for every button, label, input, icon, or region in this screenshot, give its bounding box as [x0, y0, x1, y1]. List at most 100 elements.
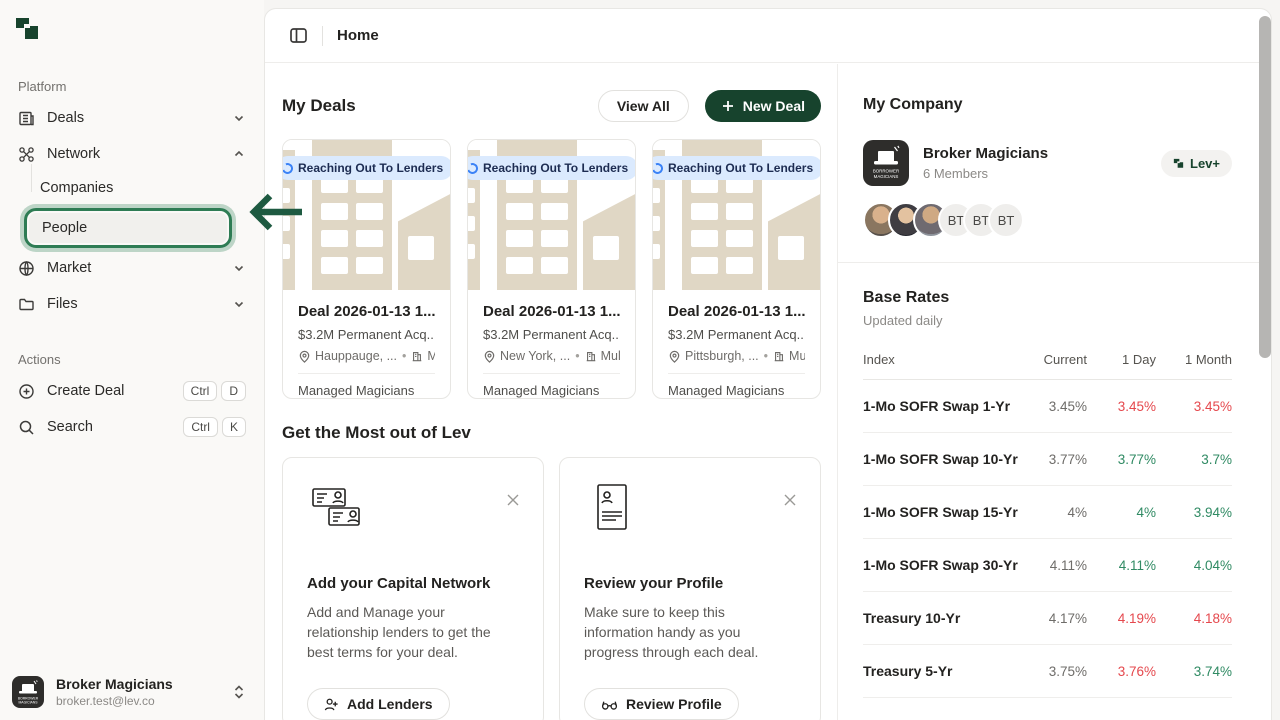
svg-text:MAGICIANS: MAGICIANS: [18, 701, 38, 705]
deal-card-list: Reaching Out To Lenders Deal 2026-01-13 …: [282, 139, 821, 399]
status-progress-icon: [653, 160, 665, 176]
chevron-up-down-icon: [234, 685, 244, 699]
deal-title: Deal 2026-01-13 1...: [298, 303, 435, 320]
capital-network-promo-card: Add your Capital Network Add and Manage …: [282, 457, 544, 720]
promo-description: Add and Manage your relationship lenders…: [307, 604, 491, 660]
deal-card[interactable]: Reaching Out To Lenders Deal 2026-01-13 …: [467, 139, 636, 399]
deal-subtitle: $3.2M Permanent Acq...: [668, 327, 805, 342]
lev-logo-icon: [16, 18, 38, 39]
building-icon: [586, 352, 595, 362]
table-row: 1-Mo SOFR Swap 10-Yr 3.77% 3.77% 3.7%: [863, 433, 1232, 486]
deal-location-row: Pittsburgh, ...• Multifamily: [668, 349, 805, 363]
search-icon: [18, 419, 35, 436]
main-panel: Home My Deals View All New Deal Reaching…: [264, 8, 1272, 720]
status-progress-icon: [468, 160, 480, 176]
base-rates-subtitle: Updated daily: [863, 313, 943, 328]
promo-description: Make sure to keep this information handy…: [584, 604, 759, 660]
workspace-name: Broker Magicians: [56, 676, 173, 692]
workspace-avatar: BORROWER MAGICIANS: [12, 676, 44, 708]
chevron-up-icon: [234, 150, 244, 157]
annotation-highlight-ring: People: [24, 208, 232, 248]
deal-image: Reaching Out To Lenders: [283, 140, 450, 290]
base-rates-title: Base Rates: [863, 289, 950, 306]
map-pin-icon: [669, 350, 680, 363]
building-icon: [413, 352, 422, 362]
network-submenu: Companies People: [12, 164, 252, 248]
sidebar-item-network[interactable]: Network: [12, 138, 252, 170]
close-icon[interactable]: [505, 492, 521, 508]
page-header: Home: [265, 9, 1271, 63]
chevron-down-icon: [234, 265, 244, 272]
globe-icon: [18, 260, 35, 277]
deal-card[interactable]: Reaching Out To Lenders Deal 2026-01-13 …: [652, 139, 821, 399]
search-action[interactable]: Search Ctrl K: [12, 411, 252, 443]
deal-managed-by: Managed Magicians: [298, 383, 415, 398]
company-members-count: 6 Members: [923, 166, 989, 181]
svg-text:BORROWER: BORROWER: [873, 169, 899, 174]
sidebar-item-companies[interactable]: Companies: [12, 172, 252, 204]
map-pin-icon: [484, 350, 495, 363]
section-divider: [838, 262, 1271, 263]
new-deal-button[interactable]: New Deal: [704, 90, 821, 122]
workspace-switcher[interactable]: BORROWER MAGICIANS Broker Magicians broke…: [12, 676, 252, 708]
actions-section-label: Actions: [18, 352, 61, 367]
promo-title: Add your Capital Network: [307, 575, 491, 592]
add-lenders-button[interactable]: Add Lenders: [307, 688, 450, 720]
company-name: Broker Magicians: [923, 145, 1049, 162]
lev-logo-icon: [1173, 158, 1184, 168]
search-shortcut: Ctrl K: [183, 417, 246, 437]
deal-status-badge: Reaching Out To Lenders: [283, 156, 450, 180]
sidebar-item-market[interactable]: Market: [12, 252, 252, 284]
user-plus-icon: [324, 698, 338, 710]
review-profile-button[interactable]: Review Profile: [584, 688, 739, 720]
vertical-scrollbar[interactable]: [1259, 16, 1271, 358]
my-company-title: My Company: [863, 96, 963, 113]
table-row: Treasury 5-Yr 3.75% 3.76% 3.74%: [863, 645, 1232, 698]
member-avatar-initials: BT: [988, 202, 1024, 238]
table-row: 1-Mo SOFR Swap 1-Yr 3.45% 3.45% 3.45%: [863, 380, 1232, 433]
create-deal-shortcut: Ctrl D: [182, 381, 246, 401]
base-rates-table: Index Current 1 Day 1 Month 1-Mo SOFR Sw…: [863, 352, 1232, 698]
circle-plus-icon: [18, 383, 35, 400]
table-row: Treasury 10-Yr 4.17% 4.19% 4.18%: [863, 592, 1232, 645]
my-deals-title: My Deals: [282, 96, 356, 115]
folder-icon: [18, 296, 35, 313]
network-icon: [18, 146, 35, 163]
deal-location-row: Hauppauge, ...• Multifamily: [298, 349, 435, 363]
deal-subtitle: $3.2M Permanent Acq...: [483, 327, 620, 342]
deal-status-badge: Reaching Out To Lenders: [468, 156, 635, 180]
deal-image: Reaching Out To Lenders: [653, 140, 820, 290]
sidebar-item-files[interactable]: Files: [12, 288, 252, 320]
create-deal-action[interactable]: Create Deal Ctrl D: [12, 375, 252, 407]
plus-icon: [722, 101, 733, 111]
deal-title: Deal 2026-01-13 1...: [483, 303, 620, 320]
deal-subtitle: $3.2M Permanent Acq...: [298, 327, 435, 342]
profile-document-icon: [597, 484, 627, 530]
header-divider: [322, 25, 323, 46]
capital-network-icon: [312, 488, 360, 526]
close-icon[interactable]: [782, 492, 798, 508]
workspace-email: broker.test@lev.co: [56, 694, 155, 708]
lev-plus-badge[interactable]: Lev+: [1161, 149, 1232, 177]
home-right-column: My Company BORROWER MAGICIANS Broker Magi…: [837, 64, 1271, 720]
table-header-row: Index Current 1 Day 1 Month: [863, 352, 1232, 380]
deals-icon: [18, 110, 35, 127]
deal-status-badge: Reaching Out To Lenders: [653, 156, 820, 180]
map-pin-icon: [299, 350, 310, 363]
page-title: Home: [337, 27, 379, 44]
table-row: 1-Mo SOFR Swap 15-Yr 4% 4% 3.94%: [863, 486, 1232, 539]
view-all-button[interactable]: View All: [597, 90, 689, 122]
svg-text:MAGICIANS: MAGICIANS: [874, 174, 899, 179]
table-row: 1-Mo SOFR Swap 30-Yr 4.11% 4.11% 4.04%: [863, 539, 1232, 592]
sidebar-item-people[interactable]: People: [29, 213, 227, 243]
review-profile-promo-card: Review your Profile Make sure to keep th…: [559, 457, 821, 720]
deal-managed-by: Managed Magicians: [483, 383, 600, 398]
sidebar-toggle-icon[interactable]: [289, 26, 308, 45]
sidebar-item-deals[interactable]: Deals: [12, 102, 252, 134]
member-avatar-stack: BT BT BT: [863, 202, 1232, 238]
chevron-down-icon: [234, 301, 244, 308]
deal-managed-by: Managed Magicians: [668, 383, 785, 398]
deal-image: Reaching Out To Lenders: [468, 140, 635, 290]
platform-section-label: Platform: [18, 79, 67, 94]
deal-card[interactable]: Reaching Out To Lenders Deal 2026-01-13 …: [282, 139, 451, 399]
